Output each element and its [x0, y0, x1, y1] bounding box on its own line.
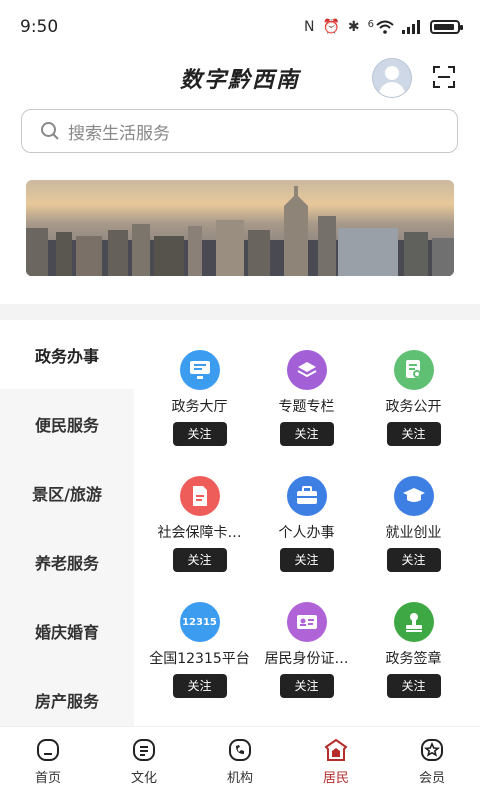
sidebar-item-label: 养老服务 [34, 553, 99, 573]
follow-button[interactable]: 关注 [279, 674, 334, 698]
battery-icon [430, 20, 463, 34]
category-sidebar: 政务办事 便民服务 景区/旅游 养老服务 婚庆婚育 房产服务 [0, 320, 134, 726]
follow-button[interactable]: 关注 [386, 548, 441, 572]
service-label: 个人办事 [278, 525, 335, 541]
service-item-government-seal[interactable]: 政务签章 关注 [356, 602, 471, 698]
service-label: 专题专栏 [278, 399, 335, 415]
nfc-icon: N [303, 19, 315, 35]
section-divider [0, 304, 480, 320]
sidebar-item-real-estate[interactable]: 房产服务 [0, 665, 134, 734]
follow-button[interactable]: 关注 [279, 548, 334, 572]
id-card-icon [286, 602, 327, 642]
tab-label: 居民 [322, 771, 349, 786]
status-bar: 9:50 N ⏰ ✱ 6 [0, 0, 480, 54]
sidebar-item-government-affairs[interactable]: 政务办事 [0, 320, 134, 389]
service-label: 政务公开 [385, 399, 442, 415]
sidebar-item-scenic-tourism[interactable]: 景区/旅游 [0, 458, 134, 527]
service-label: 全国12315平台 [149, 651, 250, 667]
tab-culture[interactable]: 文化 [96, 727, 192, 801]
service-label: 居民身份证… [264, 651, 349, 667]
follow-button[interactable]: 关注 [172, 548, 227, 572]
follow-button[interactable]: 关注 [279, 422, 334, 446]
tab-label: 会员 [418, 771, 445, 786]
tab-home[interactable]: 首页 [0, 727, 96, 801]
sidebar-item-label: 景区/旅游 [32, 484, 102, 504]
sidebar-item-label: 房产服务 [34, 691, 99, 711]
status-icons: N ⏰ ✱ 6 [303, 19, 463, 35]
service-item-government-disclosure[interactable]: 政务公开 关注 [356, 350, 471, 446]
city-skyline-image [26, 186, 454, 276]
service-label: 政务大厅 [171, 399, 228, 415]
service-item-government-hall[interactable]: 政务大厅 关注 [142, 350, 257, 446]
service-item-special-topics[interactable]: 专题专栏 关注 [249, 350, 364, 446]
service-item-12315-platform[interactable]: 12315 全国12315平台 关注 [142, 602, 257, 698]
service-grid: 政务大厅 关注 专题专栏 关注 政务公开 关注 社会保障卡… 关注 个人办事 关… [134, 320, 480, 726]
sidebar-item-convenience-services[interactable]: 便民服务 [0, 389, 134, 458]
sidebar-item-label: 政务办事 [34, 346, 99, 366]
status-time: 9:50 [20, 17, 59, 37]
follow-button[interactable]: 关注 [172, 422, 227, 446]
follow-button[interactable]: 关注 [386, 674, 441, 698]
service-label: 就业创业 [385, 525, 442, 541]
member-icon [421, 739, 443, 761]
service-item-employment[interactable]: 就业创业 关注 [356, 476, 471, 572]
institution-icon [229, 739, 251, 761]
signal-icon [402, 20, 420, 34]
avatar[interactable] [372, 58, 412, 98]
search-input[interactable]: 搜索生活服务 [21, 109, 458, 153]
service-item-resident-id-card[interactable]: 居民身份证… 关注 [249, 602, 364, 698]
alarm-icon: ⏰ [322, 19, 340, 35]
sidebar-item-label: 婚庆婚育 [34, 622, 99, 642]
briefcase-icon [286, 476, 327, 516]
follow-button[interactable]: 关注 [386, 422, 441, 446]
culture-icon [133, 739, 155, 761]
follow-button[interactable]: 关注 [172, 674, 227, 698]
stamp-icon [393, 602, 434, 642]
scan-icon[interactable] [433, 66, 455, 88]
document-search-icon [393, 350, 434, 390]
badge-text: 12315 [182, 616, 217, 628]
tab-institution[interactable]: 机构 [192, 727, 288, 801]
service-label: 政务签章 [385, 651, 442, 667]
search-placeholder: 搜索生活服务 [68, 123, 170, 144]
tab-resident[interactable]: 居民 [288, 727, 384, 801]
badge-12315-icon: 12315 [179, 602, 220, 642]
wifi-icon [376, 20, 394, 34]
bluetooth-icon: ✱ [347, 19, 360, 35]
service-item-personal-affairs[interactable]: 个人办事 关注 [249, 476, 364, 572]
network-label: 6 [367, 19, 374, 30]
monitor-icon [179, 350, 220, 390]
tab-member[interactable]: 会员 [384, 727, 480, 801]
resident-icon [324, 738, 348, 761]
service-item-social-security-card[interactable]: 社会保障卡… 关注 [142, 476, 257, 572]
service-label: 社会保障卡… [157, 525, 242, 541]
tab-label: 文化 [130, 771, 157, 786]
tab-label: 机构 [226, 771, 253, 786]
banner-image[interactable] [26, 180, 454, 276]
header: 数字黔西南 [0, 54, 480, 102]
search-icon [41, 122, 59, 140]
file-icon [179, 476, 220, 516]
sidebar-item-elderly-care[interactable]: 养老服务 [0, 527, 134, 596]
sidebar-item-marriage-childbirth[interactable]: 婚庆婚育 [0, 596, 134, 665]
tab-label: 首页 [34, 771, 61, 786]
sidebar-item-label: 便民服务 [34, 415, 99, 435]
graduation-cap-icon [393, 476, 434, 516]
layers-icon [286, 350, 327, 390]
home-icon [37, 739, 59, 761]
bottom-tab-bar: 首页 文化 机构 居民 会员 [0, 726, 480, 801]
